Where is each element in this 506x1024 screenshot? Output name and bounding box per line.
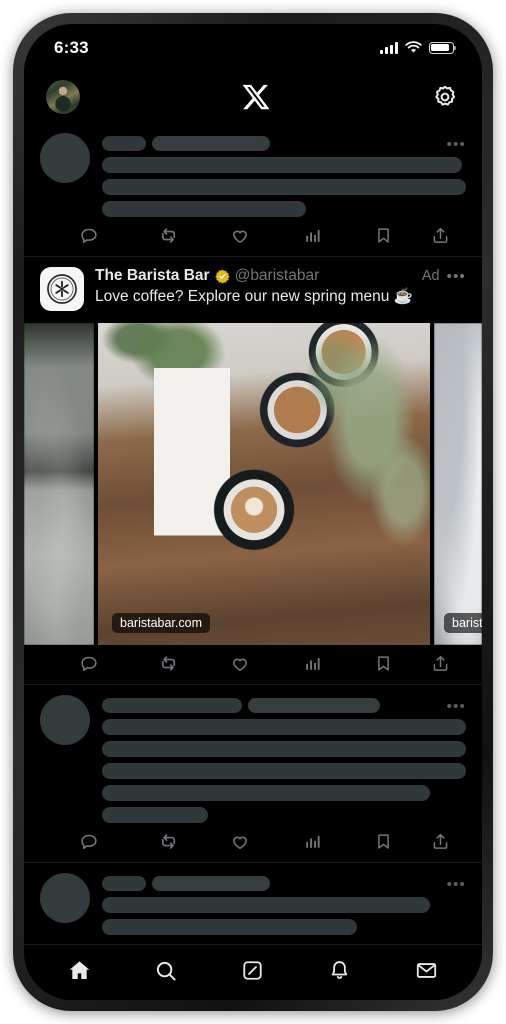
skeleton-post-partial[interactable]: ••• <box>24 863 482 935</box>
like-icon[interactable] <box>205 226 277 246</box>
status-bar: 6:33 <box>24 24 482 71</box>
feed: ••• The Barista Bar @baristabar Ad ••• L… <box>24 123 482 935</box>
carousel-slide-prev[interactable] <box>24 323 94 645</box>
skeleton-name-row <box>102 698 466 713</box>
bookmark-icon[interactable] <box>348 832 420 851</box>
skeleton-bar <box>102 876 146 891</box>
ad-image-carousel[interactable]: baristabar.com barist <box>24 323 482 645</box>
post-actions <box>40 217 466 256</box>
cellular-signal-icon <box>380 41 398 54</box>
skeleton-bar <box>102 698 242 713</box>
nav-home[interactable] <box>55 949 103 993</box>
reply-icon[interactable] <box>44 654 133 674</box>
skeleton-bar <box>102 136 146 151</box>
search-icon <box>157 961 176 981</box>
views-icon[interactable] <box>276 226 348 245</box>
skeleton-post-top[interactable]: ••• <box>24 123 482 257</box>
ad-post[interactable]: The Barista Bar @baristabar Ad ••• Love … <box>24 257 482 685</box>
carousel-image <box>24 323 94 645</box>
skeleton-bar <box>102 919 357 935</box>
skeleton-bar <box>102 719 466 735</box>
reply-icon[interactable] <box>44 226 133 246</box>
bookmark-icon[interactable] <box>348 654 420 673</box>
nav-grok[interactable] <box>229 949 277 993</box>
share-icon[interactable] <box>419 832 462 851</box>
avatar <box>40 133 90 183</box>
reply-icon[interactable] <box>44 832 133 852</box>
skeleton-bar <box>102 201 306 217</box>
nav-search[interactable] <box>142 949 190 993</box>
ad-label: Ad <box>421 268 440 284</box>
share-icon[interactable] <box>419 654 462 673</box>
skeleton-bar <box>152 136 270 151</box>
domain-label: barist <box>444 613 482 633</box>
skeleton-name-row <box>102 876 466 891</box>
skeleton-bar <box>102 157 463 173</box>
ad-handle: @baristabar <box>234 267 320 284</box>
grok-icon <box>243 961 263 980</box>
skeleton-bar <box>102 897 430 913</box>
ad-body-text: Love coffee? Explore our new spring menu… <box>95 288 413 305</box>
gear-icon[interactable] <box>432 84 458 110</box>
skeleton-bar <box>102 807 208 823</box>
nav-notifications[interactable] <box>316 949 364 993</box>
skeleton-name-row <box>102 136 466 151</box>
carousel-image <box>98 323 430 645</box>
nav-messages[interactable] <box>403 949 451 993</box>
retweet-icon[interactable] <box>133 225 205 246</box>
phone-screen: 6:33 ••• The Barista Bar @baristabar Ad … <box>24 24 482 1000</box>
post-more-menu[interactable]: ••• <box>447 137 466 152</box>
x-logo <box>242 84 270 110</box>
profile-avatar[interactable] <box>46 80 80 114</box>
phone-frame: 6:33 ••• The Barista Bar @baristabar Ad … <box>13 13 493 1011</box>
retweet-icon[interactable] <box>133 653 205 674</box>
avatar <box>40 873 90 923</box>
domain-label: baristabar.com <box>112 613 210 633</box>
bell-icon <box>332 961 348 979</box>
skeleton-text-lines <box>102 897 466 935</box>
skeleton-bar <box>152 876 270 891</box>
home-icon <box>69 961 90 980</box>
status-indicators <box>380 41 457 54</box>
bottom-nav <box>24 944 482 1000</box>
carousel-slide-main[interactable]: baristabar.com <box>98 323 430 645</box>
envelope-icon <box>416 963 437 978</box>
share-icon[interactable] <box>419 226 462 245</box>
status-time: 6:33 <box>54 37 89 57</box>
skeleton-text-lines <box>102 719 466 823</box>
skeleton-post-bottom[interactable]: ••• <box>24 685 482 863</box>
carousel-image <box>434 323 482 645</box>
post-more-menu[interactable]: ••• <box>447 699 466 714</box>
ad-display-name: The Barista Bar <box>95 267 210 284</box>
post-actions <box>40 823 466 862</box>
like-icon[interactable] <box>205 654 277 674</box>
views-icon[interactable] <box>276 654 348 673</box>
carousel-slide-next[interactable]: barist <box>434 323 482 645</box>
gold-verified-badge <box>214 269 230 284</box>
battery-icon <box>429 41 457 54</box>
skeleton-bar <box>102 179 466 195</box>
ad-post-actions <box>24 645 482 684</box>
skeleton-bar <box>102 763 466 779</box>
views-icon[interactable] <box>276 832 348 851</box>
bookmark-icon[interactable] <box>348 226 420 245</box>
avatar <box>40 695 90 745</box>
app-header <box>24 71 482 123</box>
dynamic-island <box>191 26 315 57</box>
skeleton-text-lines <box>102 157 466 217</box>
skeleton-bar <box>248 698 380 713</box>
post-more-menu[interactable]: ••• <box>447 877 466 892</box>
barista-bar-logo[interactable] <box>40 267 84 311</box>
post-more-menu[interactable]: ••• <box>447 269 466 284</box>
skeleton-bar <box>102 741 466 757</box>
skeleton-bar <box>102 785 430 801</box>
like-icon[interactable] <box>205 832 277 852</box>
wifi-icon <box>405 41 422 53</box>
retweet-icon[interactable] <box>133 831 205 852</box>
